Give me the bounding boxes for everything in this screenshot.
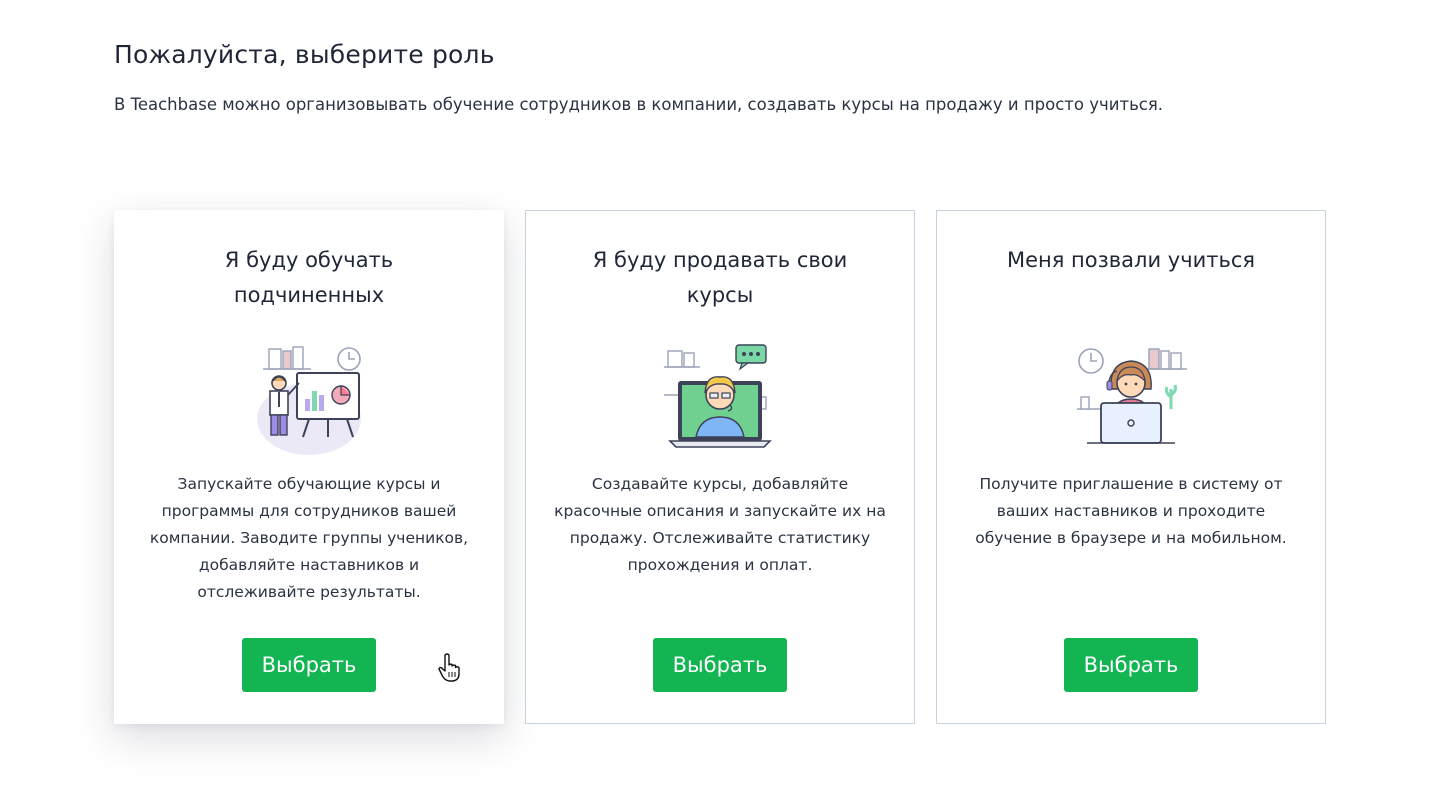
video-call-icon xyxy=(664,344,772,448)
page-subtitle: В Teachbase можно организовывать обучени… xyxy=(114,95,1164,114)
hand-pointer-cursor-icon xyxy=(438,653,460,682)
card-description: Создавайте курсы, добавляйте красочные о… xyxy=(554,475,886,574)
page-title: Пожалуйста, выберите роль xyxy=(114,40,495,69)
select-role-button[interactable]: Выбрать xyxy=(653,638,787,692)
role-card-learn[interactable]: Меня позвали учиться Получите приглашени… xyxy=(936,210,1326,724)
student-laptop-icon xyxy=(1077,348,1187,444)
role-card-teach[interactable]: Я буду обучать подчиненных Запускайте об… xyxy=(114,210,504,724)
role-selection-page: Пожалуйста, выберите роль В Teachbase мо… xyxy=(0,0,1440,806)
card-description: Получите приглашение в систему от ваших … xyxy=(975,475,1287,547)
card-title: Я буду продавать свои курсы xyxy=(592,248,848,307)
select-role-button[interactable]: Выбрать xyxy=(242,638,376,692)
presentation-icon xyxy=(257,346,361,455)
card-description: Запускайте обучающие курсы и программы д… xyxy=(149,475,469,601)
select-role-button[interactable]: Выбрать xyxy=(1064,638,1198,692)
card-title: Я буду обучать подчиненных xyxy=(224,248,394,307)
role-card-sell[interactable]: Я буду продавать свои курсы Создавайте к… xyxy=(525,210,915,724)
card-title: Меня позвали учиться xyxy=(1006,248,1256,272)
